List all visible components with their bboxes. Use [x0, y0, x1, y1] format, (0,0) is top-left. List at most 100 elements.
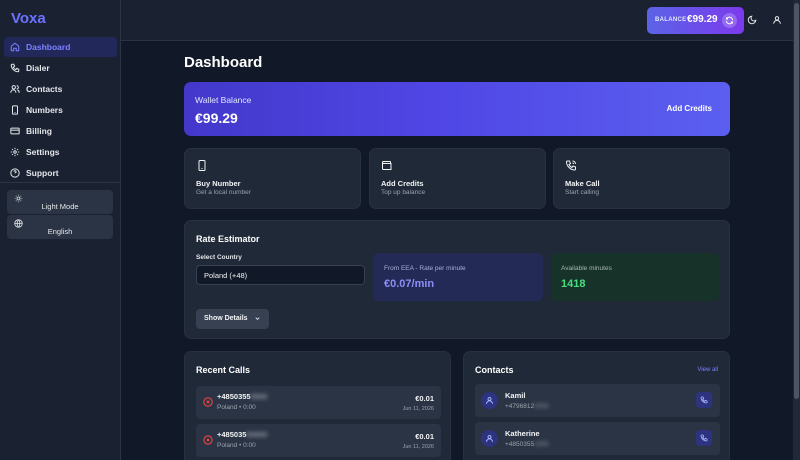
users-icon [10, 85, 20, 93]
call-date: Jun 11, 2026 [402, 444, 434, 450]
redacted-digits: 0000 [250, 392, 268, 401]
balance-value: €99.29 [687, 14, 718, 25]
call-meta: Poland • 0:00 [217, 404, 256, 411]
redacted-digits: 0000 [534, 403, 549, 410]
theme-toggle-label: Light Mode [41, 202, 79, 211]
sidebar-item-label: Settings [26, 147, 60, 157]
call-cost: €0.01 [415, 394, 434, 403]
gear-icon [10, 147, 20, 157]
action-title: Buy Number [196, 179, 241, 188]
theme-toggle-button[interactable]: Light Mode [7, 190, 113, 214]
user-icon[interactable] [772, 15, 782, 25]
make-call-card[interactable]: Make Call Start calling [553, 148, 730, 209]
rate-per-minute-value: €0.07/min [384, 278, 435, 290]
wallet-balance-card: Wallet Balance €99.29 Add Credits [184, 82, 730, 136]
available-minutes-box: Available minutes 1418 [551, 253, 719, 301]
recent-calls-card: Recent Calls +48503550000 Poland • 0:00 … [184, 351, 451, 460]
phone-icon [10, 63, 20, 73]
page-title: Dashboard [184, 54, 263, 71]
balance-pill[interactable]: BALANCE €99.29 [647, 7, 744, 34]
redacted-digits: 1000 [534, 441, 549, 448]
user-icon [486, 397, 493, 404]
contact-name: Kamil [505, 391, 526, 400]
call-cost: €0.01 [415, 432, 434, 441]
credit-card-icon [10, 127, 20, 135]
show-details-label: Show Details [204, 315, 248, 322]
rate-estimator-card: Rate Estimator Select Country Poland (+4… [184, 220, 730, 339]
sidebar: Voxa Dashboard Dialer Contacts Numbers B… [0, 0, 121, 460]
home-icon [10, 42, 20, 52]
sidebar-item-label: Dashboard [26, 42, 71, 52]
chevron-down-icon [255, 317, 260, 320]
contact-row[interactable]: Kamil +47968120000 [475, 384, 720, 417]
language-label: English [47, 227, 73, 236]
missed-call-icon [203, 397, 213, 407]
contact-phone: +47968120000 [505, 403, 549, 410]
brand-logo[interactable]: Voxa [11, 10, 46, 27]
sidebar-item-contacts[interactable]: Contacts [4, 79, 117, 99]
show-details-button[interactable]: Show Details [196, 309, 269, 329]
refresh-balance-button[interactable] [722, 13, 737, 28]
action-title: Add Credits [381, 179, 424, 188]
sidebar-item-settings[interactable]: Settings [4, 142, 117, 162]
call-contact-button[interactable] [696, 430, 712, 446]
wallet-label: Wallet Balance [195, 95, 252, 105]
sidebar-item-label: Dialer [26, 63, 50, 73]
topbar: BALANCE €99.29 [121, 0, 793, 41]
sidebar-item-dialer[interactable]: Dialer [4, 58, 117, 78]
recent-calls-title: Recent Calls [196, 365, 251, 375]
contact-name: Katherine [505, 429, 540, 438]
sidebar-item-label: Contacts [26, 84, 63, 94]
smartphone-icon [12, 105, 18, 115]
balance-label: BALANCE [655, 17, 687, 23]
phone-call-icon [565, 160, 576, 171]
page-scrollbar[interactable] [793, 0, 800, 460]
call-date: Jun 11, 2026 [402, 406, 434, 412]
wallet-value: €99.29 [195, 110, 238, 126]
action-title: Make Call [565, 179, 600, 188]
buy-number-card[interactable]: Buy Number Get a local number [184, 148, 361, 209]
contact-row[interactable]: Katherine +48503551000 [475, 422, 720, 455]
rate-per-minute-box: From EEA - Rate per minute €0.07/min [373, 253, 543, 301]
action-subtitle: Top up balance [381, 189, 426, 196]
scrollbar-thumb[interactable] [794, 3, 799, 399]
contacts-card: Contacts View all Kamil +47968120000 Kat… [463, 351, 730, 460]
call-number: +48503550000 [217, 392, 268, 401]
available-minutes-value: 1418 [561, 278, 586, 290]
call-row[interactable]: +48503500000 Poland • 0:00 €0.01 Jun 11,… [196, 424, 441, 457]
rate-estimator-title: Rate Estimator [196, 234, 260, 244]
missed-call-icon [203, 435, 213, 445]
avatar [481, 430, 498, 447]
contacts-title: Contacts [475, 365, 514, 375]
phone-icon [700, 396, 708, 404]
sidebar-nav: Dashboard Dialer Contacts Numbers Billin… [4, 37, 117, 184]
add-credits-card[interactable]: Add Credits Top up balance [369, 148, 546, 209]
country-select-label: Select Country [196, 254, 242, 261]
sidebar-item-label: Numbers [26, 105, 63, 115]
language-button[interactable]: English [7, 215, 113, 239]
user-icon [486, 435, 493, 442]
call-contact-button[interactable] [696, 392, 712, 408]
smartphone-icon [198, 160, 206, 171]
phone-icon [700, 434, 708, 442]
contact-phone: +48503551000 [505, 441, 549, 448]
view-all-contacts-link[interactable]: View all [697, 367, 718, 373]
action-subtitle: Start calling [565, 189, 599, 196]
refresh-icon [726, 16, 733, 25]
add-credits-button[interactable]: Add Credits [667, 104, 712, 113]
avatar [481, 392, 498, 409]
sidebar-item-label: Billing [26, 126, 52, 136]
sidebar-divider [0, 182, 121, 183]
redacted-digits: 00000 [246, 430, 268, 439]
country-select[interactable]: Poland (+48) [196, 265, 365, 285]
wallet-icon [382, 161, 392, 170]
call-meta: Poland • 0:00 [217, 442, 256, 449]
sidebar-item-billing[interactable]: Billing [4, 121, 117, 141]
sidebar-item-numbers[interactable]: Numbers [4, 100, 117, 120]
call-row[interactable]: +48503550000 Poland • 0:00 €0.01 Jun 11,… [196, 386, 441, 419]
sidebar-item-dashboard[interactable]: Dashboard [4, 37, 117, 57]
rate-per-minute-label: From EEA - Rate per minute [384, 265, 466, 272]
moon-icon[interactable] [747, 15, 757, 25]
sidebar-item-support[interactable]: Support [4, 163, 117, 183]
available-minutes-label: Available minutes [561, 265, 612, 272]
